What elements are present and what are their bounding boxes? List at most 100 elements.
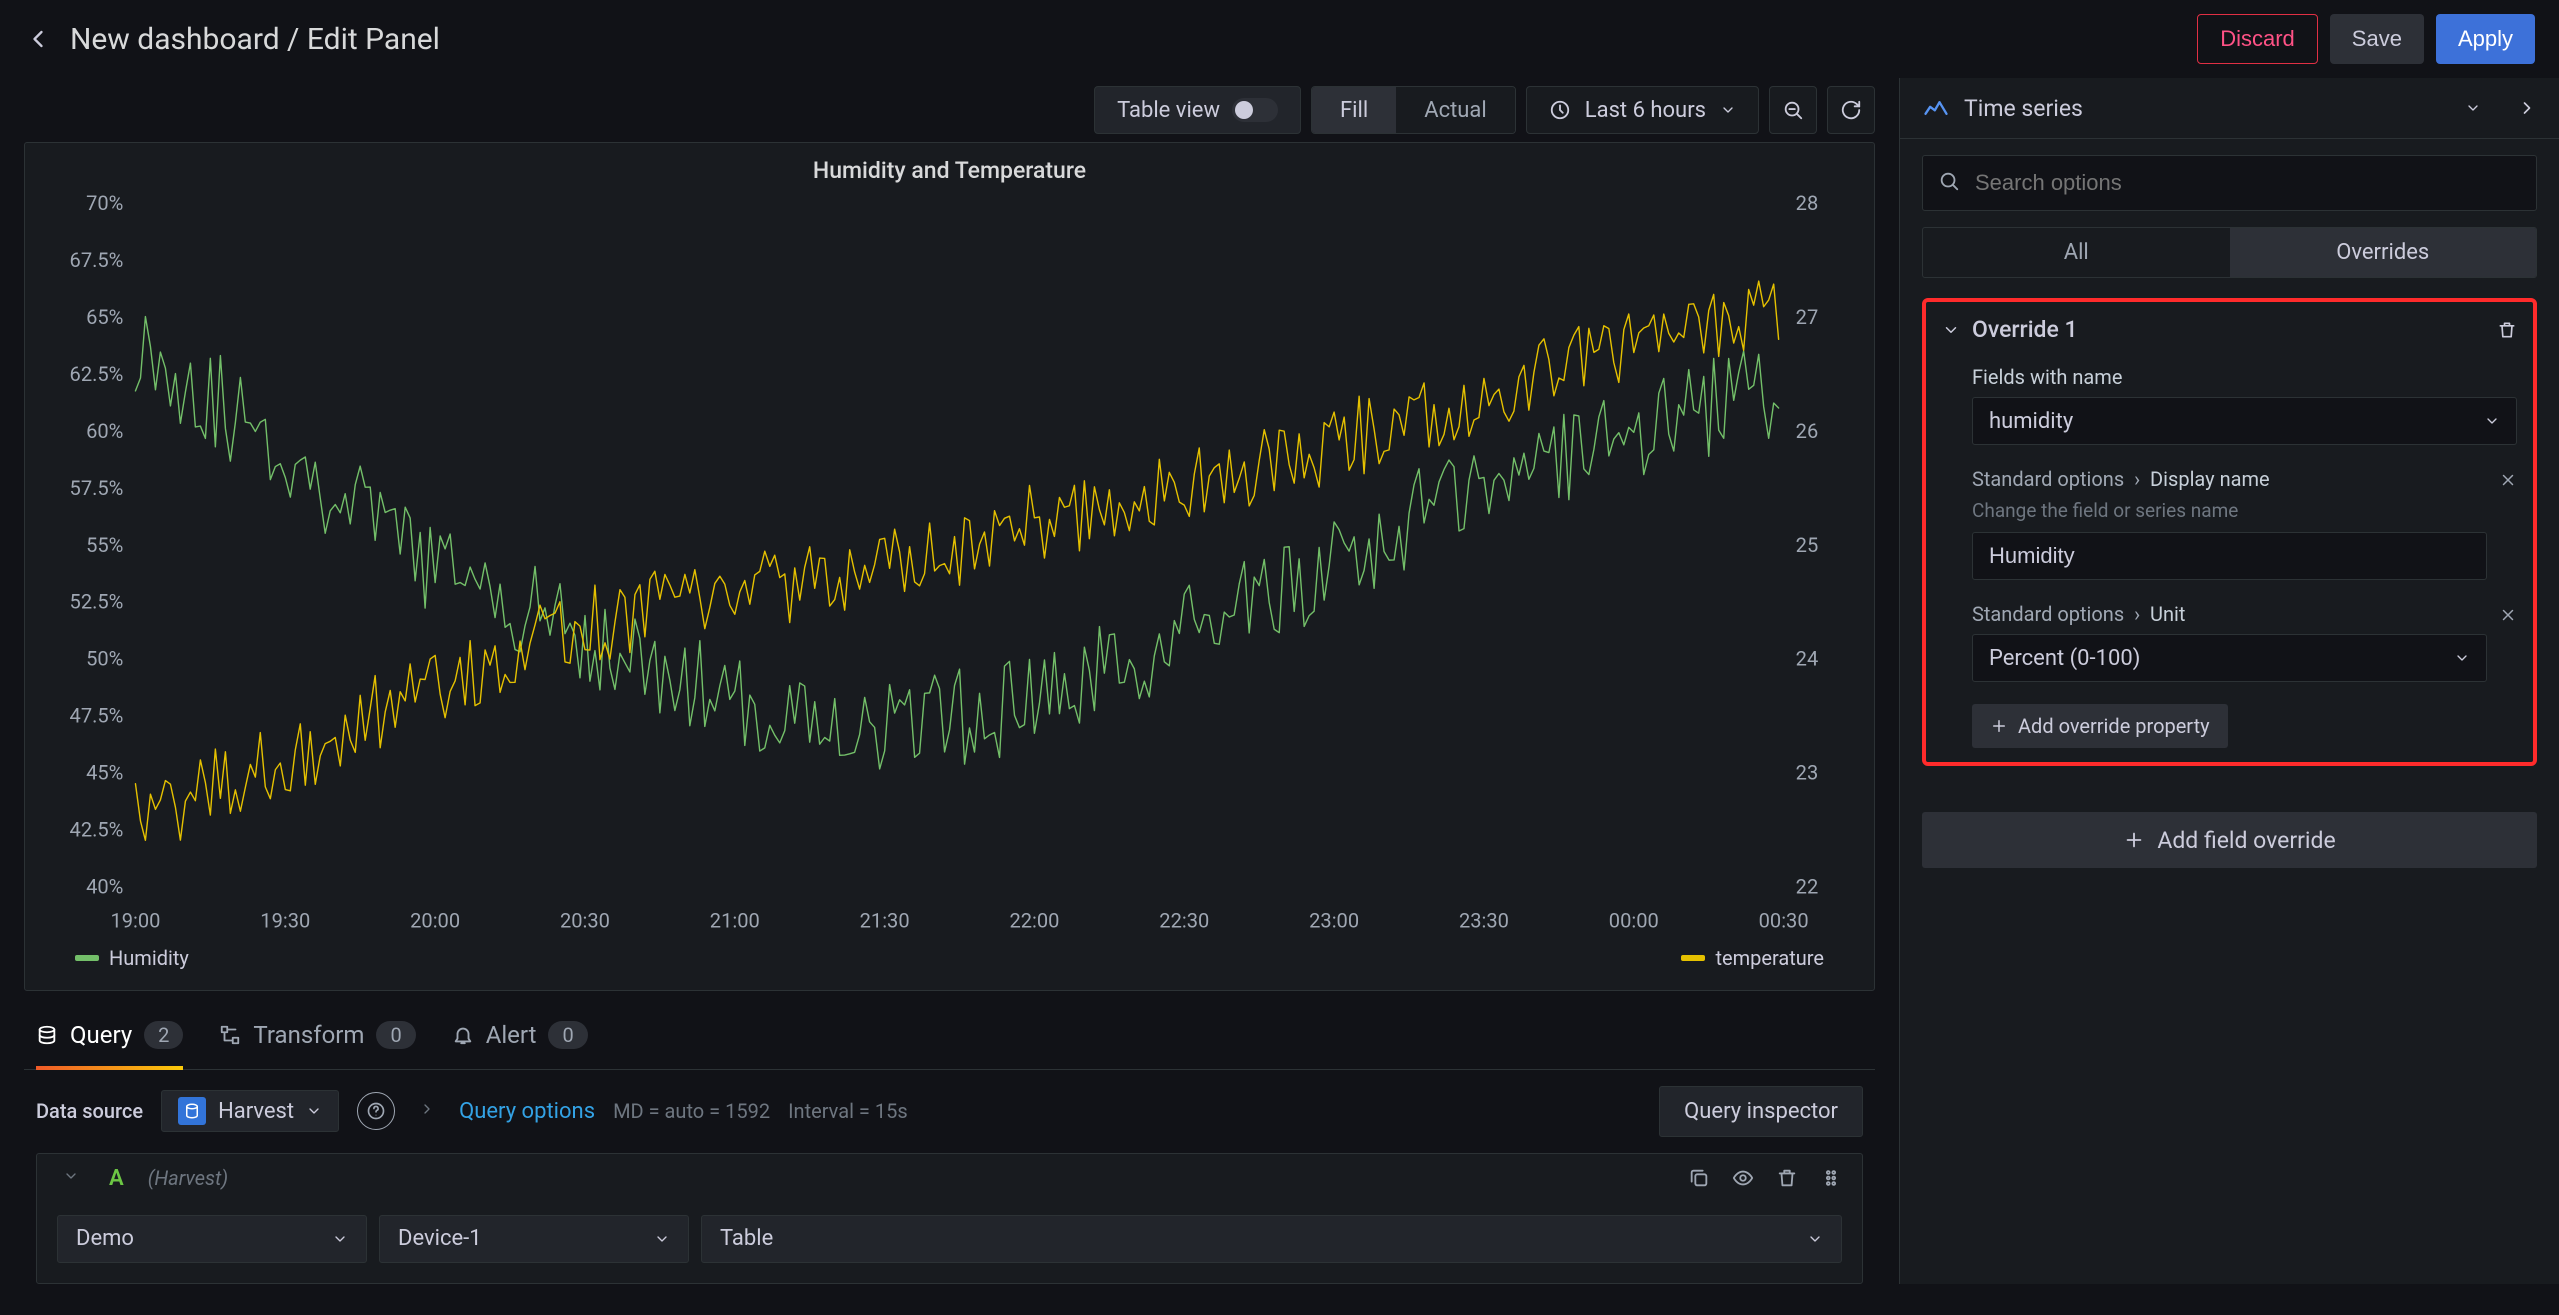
legend-swatch-temperature bbox=[1681, 955, 1705, 961]
time-range-picker[interactable]: Last 6 hours bbox=[1526, 86, 1759, 134]
svg-text:62.5%: 62.5% bbox=[70, 362, 124, 386]
svg-text:70%: 70% bbox=[86, 194, 123, 215]
chevron-down-icon bbox=[1720, 102, 1736, 118]
chevron-down-icon bbox=[332, 1231, 348, 1247]
add-override-property-button[interactable]: Add override property bbox=[1972, 704, 2228, 748]
svg-text:47.5%: 47.5% bbox=[70, 704, 124, 728]
delete-query-icon[interactable] bbox=[1776, 1167, 1798, 1189]
visualization-picker-toggle[interactable] bbox=[2465, 100, 2481, 116]
unit-value: Percent (0-100) bbox=[1989, 646, 2140, 671]
search-options-input[interactable] bbox=[1922, 155, 2537, 211]
svg-text:00:30: 00:30 bbox=[1759, 909, 1809, 933]
svg-text:20:00: 20:00 bbox=[410, 909, 460, 933]
visualization-name: Time series bbox=[1964, 95, 2451, 122]
svg-text:55%: 55% bbox=[86, 533, 123, 557]
query-row-toggle[interactable] bbox=[57, 1168, 85, 1189]
svg-text:20:30: 20:30 bbox=[560, 909, 610, 933]
add-override-property-label: Add override property bbox=[2018, 714, 2210, 738]
save-button[interactable]: Save bbox=[2330, 14, 2424, 64]
unit-crumb1: Standard options bbox=[1972, 602, 2124, 626]
query-dd-table[interactable]: Table bbox=[701, 1215, 1842, 1263]
legend-humidity[interactable]: Humidity bbox=[75, 946, 189, 970]
remove-unit-prop[interactable] bbox=[2499, 602, 2517, 628]
override-collapse-icon[interactable] bbox=[1942, 321, 1960, 339]
data-source-help-button[interactable] bbox=[357, 1092, 395, 1130]
svg-text:42.5%: 42.5% bbox=[70, 818, 124, 842]
svg-text:57.5%: 57.5% bbox=[70, 476, 124, 500]
chart-title: Humidity and Temperature bbox=[45, 157, 1854, 184]
toggle-icon bbox=[1232, 98, 1278, 122]
tab-query-count: 2 bbox=[144, 1021, 183, 1049]
tab-query[interactable]: Query 2 bbox=[36, 1021, 183, 1069]
svg-text:26: 26 bbox=[1796, 419, 1819, 443]
delete-override-icon[interactable] bbox=[2497, 320, 2517, 340]
fields-with-name-value: humidity bbox=[1989, 409, 2073, 434]
tab-transform-label: Transform bbox=[253, 1021, 364, 1049]
zoom-out-button[interactable] bbox=[1769, 86, 1817, 134]
fields-with-name-select[interactable]: humidity bbox=[1972, 397, 2517, 445]
svg-text:22: 22 bbox=[1796, 874, 1819, 898]
discard-button[interactable]: Discard bbox=[2197, 14, 2318, 64]
query-dd-demo-label: Demo bbox=[76, 1226, 134, 1251]
chevron-down-icon bbox=[2484, 413, 2500, 429]
svg-text:19:30: 19:30 bbox=[260, 909, 310, 933]
back-button[interactable] bbox=[24, 25, 52, 53]
tab-transform[interactable]: Transform 0 bbox=[219, 1021, 415, 1069]
svg-text:65%: 65% bbox=[86, 305, 123, 329]
chevron-down-icon bbox=[1807, 1231, 1823, 1247]
fill-actual-segment[interactable]: Fill Actual bbox=[1311, 86, 1516, 134]
tab-alert-label: Alert bbox=[486, 1021, 537, 1049]
remove-display-name-prop[interactable] bbox=[2499, 467, 2517, 493]
collapse-panel-icon[interactable] bbox=[2517, 98, 2537, 118]
unit-select[interactable]: Percent (0-100) bbox=[1972, 634, 2487, 682]
svg-text:23:30: 23:30 bbox=[1459, 909, 1509, 933]
tab-alert-count: 0 bbox=[548, 1021, 587, 1049]
query-dd-device[interactable]: Device-1 bbox=[379, 1215, 689, 1263]
options-mode-segment[interactable]: All Overrides bbox=[1922, 227, 2537, 278]
breadcrumb: New dashboard / Edit Panel bbox=[70, 22, 2179, 57]
query-options-link[interactable]: Query options bbox=[459, 1099, 595, 1124]
svg-text:50%: 50% bbox=[86, 647, 123, 671]
add-field-override-button[interactable]: Add field override bbox=[1922, 812, 2537, 868]
query-dd-demo[interactable]: Demo bbox=[57, 1215, 367, 1263]
svg-text:00:00: 00:00 bbox=[1609, 909, 1659, 933]
display-name-help: Change the field or series name bbox=[1972, 499, 2487, 522]
duplicate-query-icon[interactable] bbox=[1688, 1167, 1710, 1189]
toggle-visibility-icon[interactable] bbox=[1732, 1167, 1754, 1189]
svg-text:22:00: 22:00 bbox=[1009, 909, 1059, 933]
display-name-input[interactable] bbox=[1972, 532, 2487, 580]
tab-alert[interactable]: Alert 0 bbox=[452, 1021, 588, 1069]
fill-option[interactable]: Fill bbox=[1312, 87, 1396, 133]
svg-text:28: 28 bbox=[1796, 194, 1819, 215]
query-inspector-button[interactable]: Query inspector bbox=[1659, 1086, 1863, 1137]
legend-temperature[interactable]: temperature bbox=[1681, 946, 1824, 970]
svg-text:22:30: 22:30 bbox=[1159, 909, 1209, 933]
data-source-picker[interactable]: Harvest bbox=[161, 1090, 339, 1132]
lower-tabs: Query 2 Transform 0 Alert 0 bbox=[24, 991, 1875, 1070]
legend-swatch-humidity bbox=[75, 955, 99, 961]
chevron-down-icon bbox=[654, 1231, 670, 1247]
table-view-label: Table view bbox=[1117, 98, 1220, 123]
query-row-source: (Harvest) bbox=[148, 1166, 228, 1190]
svg-text:40%: 40% bbox=[86, 874, 123, 898]
legend-label-humidity: Humidity bbox=[109, 946, 189, 970]
tab-query-label: Query bbox=[70, 1021, 132, 1049]
apply-button[interactable]: Apply bbox=[2436, 14, 2535, 64]
svg-text:67.5%: 67.5% bbox=[70, 248, 124, 272]
query-dd-device-label: Device-1 bbox=[398, 1226, 482, 1251]
chart-plot[interactable]: 40%42.5%45%47.5%50%52.5%55%57.5%60%62.5%… bbox=[45, 194, 1854, 938]
svg-text:52.5%: 52.5% bbox=[70, 590, 124, 614]
options-mode-overrides[interactable]: Overrides bbox=[2230, 228, 2537, 277]
refresh-button[interactable] bbox=[1827, 86, 1875, 134]
table-view-toggle[interactable]: Table view bbox=[1094, 86, 1301, 134]
visualization-icon bbox=[1922, 94, 1950, 122]
drag-handle-icon[interactable] bbox=[1820, 1167, 1842, 1189]
display-name-crumb1: Standard options bbox=[1972, 467, 2124, 491]
svg-text:21:00: 21:00 bbox=[710, 909, 760, 933]
fields-with-name-label: Fields with name bbox=[1972, 365, 2517, 389]
actual-option[interactable]: Actual bbox=[1396, 87, 1515, 133]
options-mode-all[interactable]: All bbox=[1923, 228, 2230, 277]
query-options-expand[interactable] bbox=[413, 1101, 441, 1122]
query-row-letter: A bbox=[109, 1166, 124, 1191]
chart-panel: Humidity and Temperature 40%42.5%45%47.5… bbox=[24, 142, 1875, 991]
